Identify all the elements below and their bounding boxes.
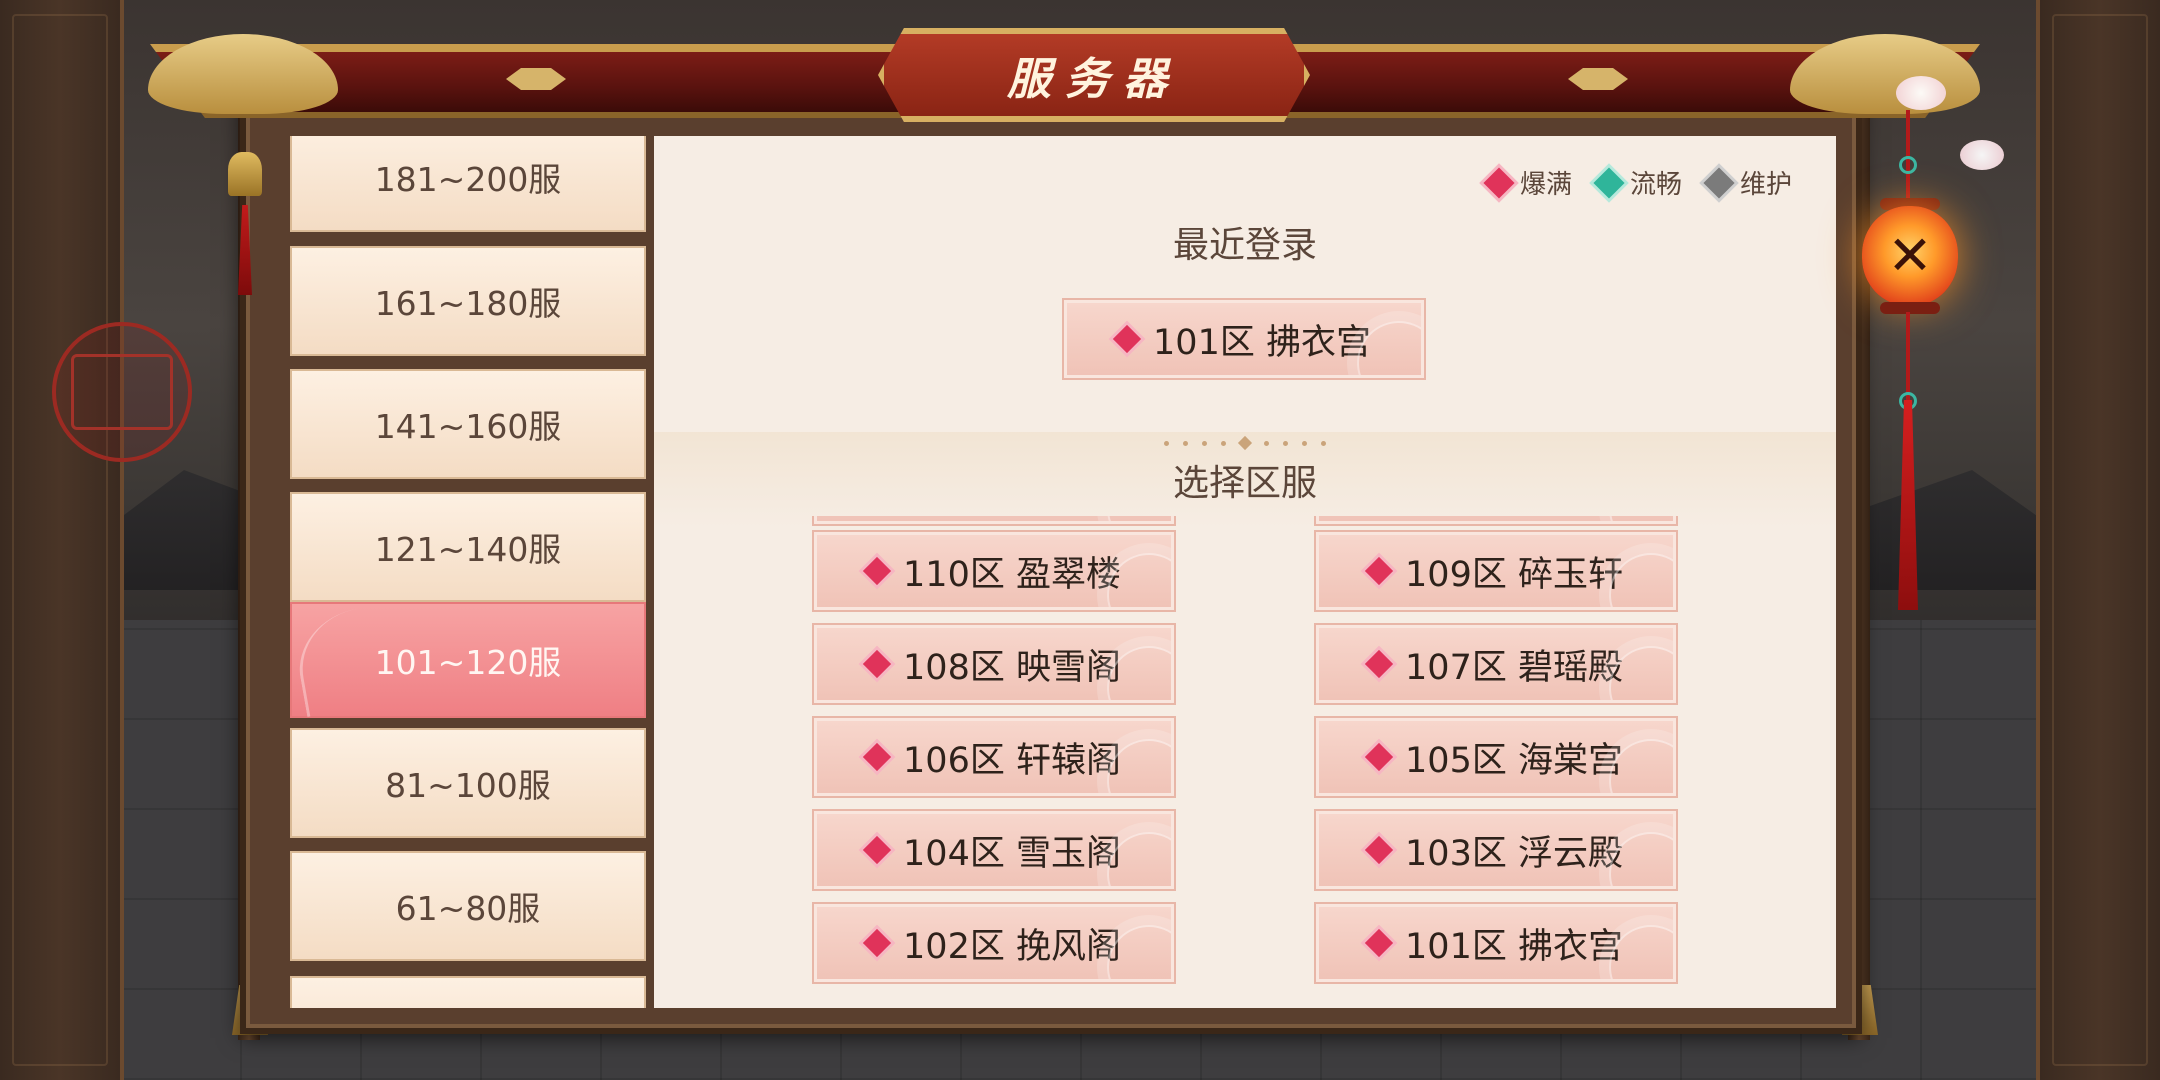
legend-full: 爆满 (1483, 164, 1572, 201)
legend-maintenance: 维护 (1703, 164, 1792, 201)
red-diamond-icon (1364, 835, 1394, 865)
range-item-active[interactable]: 101~120服 (290, 600, 646, 718)
server-content-panel: 爆满 流畅 维护 最近登录 101区 拂衣宫 选择区服 110区 盈翠楼 109… (654, 136, 1836, 1008)
red-diamond-icon (862, 928, 892, 958)
title-plaque: 服务器 (878, 28, 1310, 122)
left-side-panel (0, 0, 124, 1080)
green-diamond-icon (1593, 166, 1625, 199)
seal-stamp-logo (52, 322, 192, 462)
red-diamond-icon (862, 556, 892, 586)
red-diamond-icon (862, 742, 892, 772)
server-button[interactable]: 101区 拂衣宫 (1314, 902, 1678, 984)
recent-login-heading: 最近登录 (1172, 225, 1317, 266)
recent-server-button[interactable]: 101区 拂衣宫 (1062, 298, 1426, 380)
right-side-panel (2036, 0, 2160, 1080)
gray-diamond-icon (1703, 166, 1735, 199)
server-range-list[interactable]: 181~200服 161~180服 141~160服 121~140服 101~… (290, 136, 646, 1008)
close-x-icon: ✕ (1887, 224, 1933, 287)
server-grid-scroll[interactable]: 110区 盈翠楼 109区 碎玉轩 108区 映雪阁 107区 碧瑶殿 106区… (654, 516, 1836, 1008)
server-button[interactable]: 104区 雪玉阁 (812, 809, 1176, 891)
range-item[interactable] (290, 976, 646, 1008)
status-legend: 爆满 流畅 维护 (1483, 164, 1792, 201)
jade-bead (1899, 156, 1917, 174)
range-item[interactable]: 81~100服 (290, 728, 646, 838)
server-button[interactable]: 108区 映雪阁 (812, 623, 1176, 705)
lantern-string (1906, 312, 1910, 402)
select-server-heading: 选择区服 (1172, 463, 1317, 504)
server-button[interactable]: 102区 挽风阁 (812, 902, 1176, 984)
server-button[interactable]: 107区 碧瑶殿 (1314, 623, 1678, 705)
close-button[interactable]: ✕ (1862, 206, 1958, 306)
range-item[interactable]: 161~180服 (290, 246, 646, 356)
server-button[interactable]: 110区 盈翠楼 (812, 530, 1176, 612)
red-diamond-icon (1364, 928, 1394, 958)
red-diamond-icon (1364, 556, 1394, 586)
magnolia-flower (1896, 76, 1946, 110)
range-item[interactable]: 121~140服 (290, 492, 646, 602)
range-item[interactable]: 181~200服 (290, 136, 646, 232)
server-button[interactable]: 109区 碎玉轩 (1314, 530, 1678, 612)
red-diamond-icon (862, 835, 892, 865)
server-button-partial[interactable] (1314, 516, 1678, 526)
orchid-decoration (290, 600, 419, 718)
red-diamond-icon (1364, 742, 1394, 772)
bell-icon (228, 152, 262, 196)
range-item[interactable]: 61~80服 (290, 851, 646, 961)
red-diamond-icon (1112, 324, 1142, 354)
dialog-title: 服务器 (1007, 54, 1181, 105)
red-diamond-icon (1364, 649, 1394, 679)
server-button[interactable]: 105区 海棠宫 (1314, 716, 1678, 798)
magnolia-flower (1960, 140, 2004, 170)
range-item[interactable]: 141~160服 (290, 369, 646, 479)
lantern-cap (1880, 302, 1940, 314)
legend-smooth: 流畅 (1593, 164, 1682, 201)
server-button-partial[interactable] (812, 516, 1176, 526)
red-diamond-icon (1483, 166, 1515, 199)
red-diamond-icon (862, 649, 892, 679)
server-button[interactable]: 106区 轩辕阁 (812, 716, 1176, 798)
server-button[interactable]: 103区 浮云殿 (1314, 809, 1678, 891)
